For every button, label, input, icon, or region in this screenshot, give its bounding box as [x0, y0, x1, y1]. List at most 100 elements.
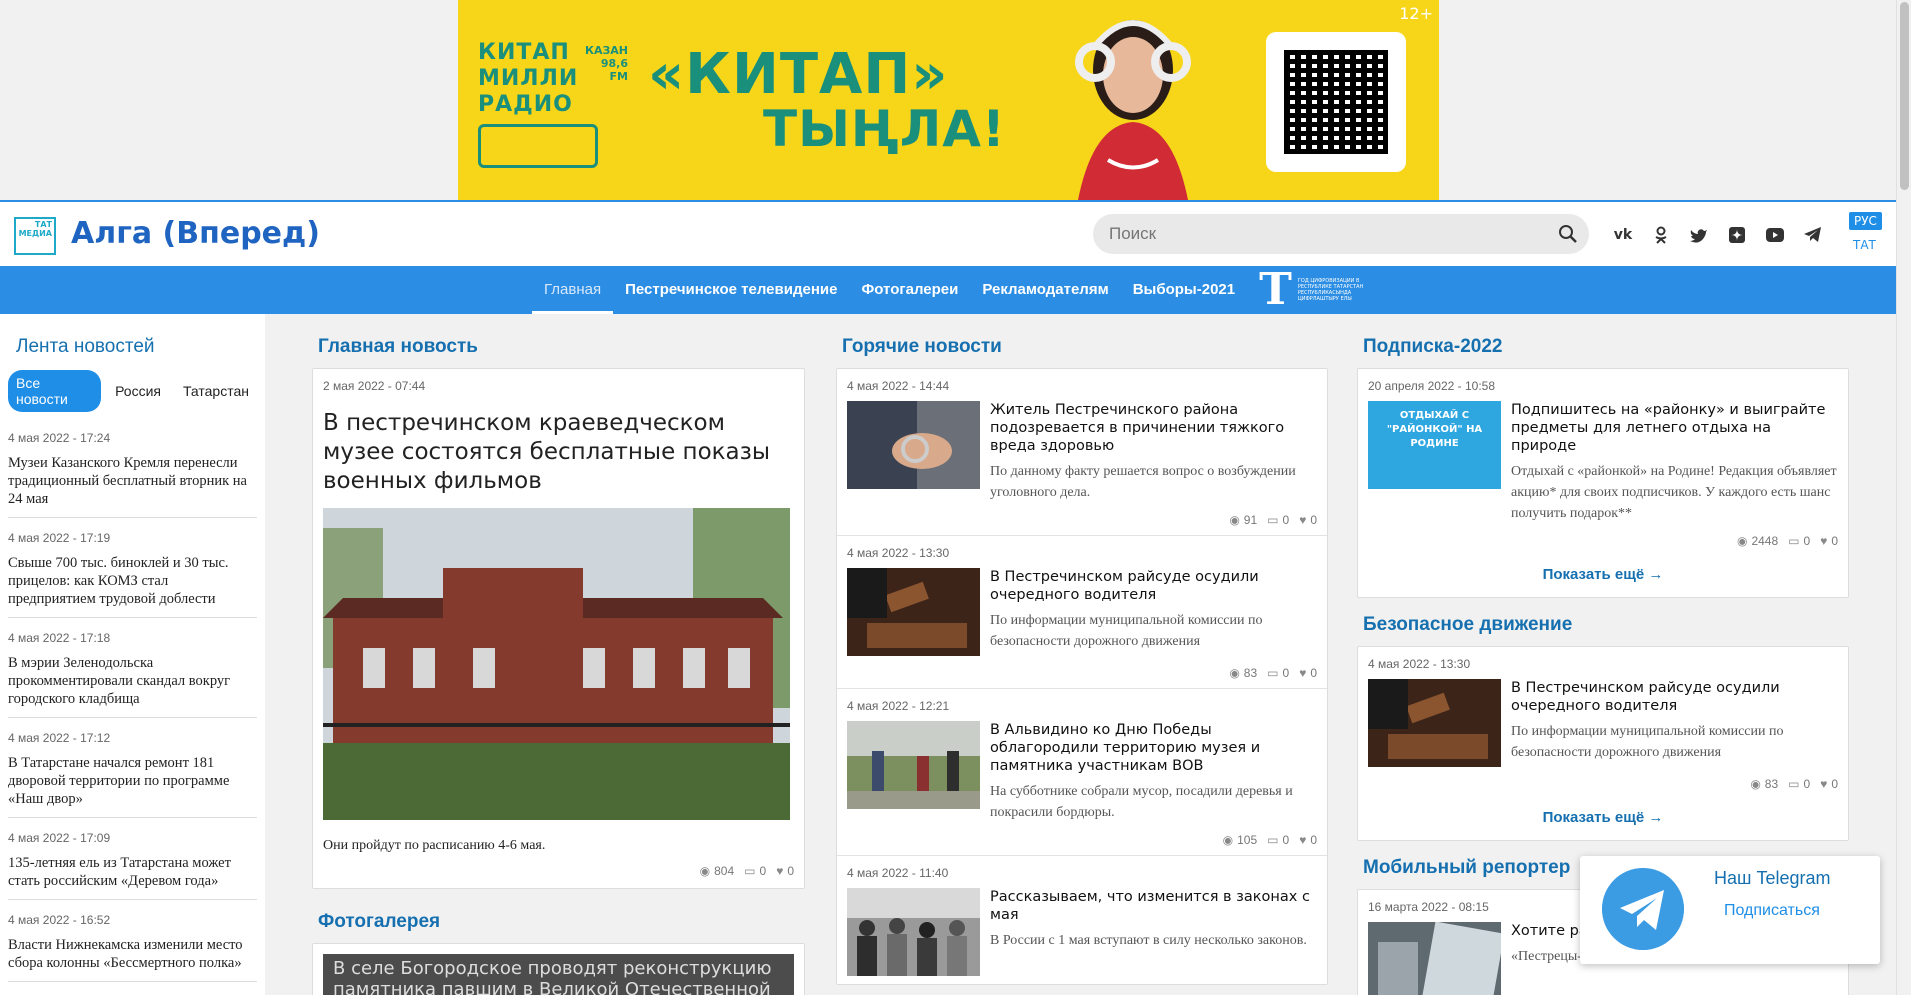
news-item[interactable]: 20 апреля 2022 - 10:58 ОТДЫХАЙ С "РАЙОНК… [1358, 369, 1848, 556]
heart-icon[interactable]: ♥ [776, 864, 783, 878]
telegram-logo-icon[interactable] [1602, 868, 1684, 950]
news-thumbnail-phone[interactable] [1368, 922, 1501, 995]
main-news-card[interactable]: 2 мая 2022 - 07:44 В пестречинском краев… [312, 368, 805, 889]
eye-icon: ◉ [1222, 833, 1234, 847]
nav-item-tv[interactable]: Пестречинское телевидение [613, 266, 849, 314]
ad-title-line2: ТЫҢЛА! [763, 100, 1006, 158]
news-thumbnail-gavel[interactable] [847, 568, 980, 656]
news-title[interactable]: В Пестречинском райсуде осудили очередно… [1511, 679, 1838, 715]
feed-item[interactable]: 4 мая 2022 - 17:24 Музеи Казанского Крем… [8, 418, 257, 518]
likes-count[interactable]: ♥ 0 [776, 864, 794, 878]
comments-value: 0 [1803, 534, 1811, 548]
news-date: 20 апреля 2022 - 10:58 [1368, 379, 1496, 393]
nav-item-advertisers[interactable]: Рекламодателям [970, 266, 1120, 314]
vk-icon[interactable]: vk [1612, 224, 1634, 246]
views-value: 83 [1764, 777, 1779, 791]
page-scrollbar[interactable] [1896, 0, 1911, 995]
news-item[interactable]: 4 мая 2022 - 13:30 В Пестречинском райсу… [1358, 647, 1848, 799]
nav-item-home[interactable]: Главная [532, 266, 614, 314]
likes-count[interactable]: ♥ 0 [1820, 534, 1838, 548]
safe-traffic-card: 4 мая 2022 - 13:30 В Пестречинском райсу… [1357, 646, 1849, 841]
feed-item[interactable]: 4 мая 2022 - 17:09 135-летняя ель из Тат… [8, 818, 257, 900]
museum-photo[interactable] [323, 508, 790, 820]
heart-icon[interactable]: ♥ [1299, 833, 1306, 847]
news-thumbnail-subscription[interactable]: ОТДЫХАЙ С "РАЙОНКОЙ" НА РОДИНЕ [1368, 401, 1501, 489]
heart-icon[interactable]: ♥ [1820, 777, 1827, 791]
telegram-popup-title: Наш Telegram [1714, 868, 1831, 888]
feed-item[interactable]: 4 мая 2022 - 17:12 В Татарстане начался … [8, 718, 257, 818]
feed-item[interactable]: 4 мая 2022 - 17:19 Свыше 700 тыс. бинокл… [8, 518, 257, 618]
scrollbar-thumb[interactable] [1900, 2, 1909, 190]
news-thumbnail-cleanup[interactable] [847, 721, 980, 809]
social-links: vk [1612, 224, 1824, 246]
feed-item-text[interactable]: В Татарстане начался ремонт 181 дворовой… [8, 754, 257, 808]
nav-item-photo-galleries[interactable]: Фотогалереи [849, 266, 970, 314]
digitalization-year-badge[interactable]: Т ГОД ЦИФРОВИЗАЦИИ В РЕСПУБЛИКЕ ТАТАРСТА… [1259, 266, 1368, 314]
search-input[interactable] [1093, 214, 1589, 254]
heart-icon[interactable]: ♥ [1299, 513, 1306, 527]
likes-count[interactable]: ♥ 0 [1299, 666, 1317, 680]
news-lead: В России с 1 мая вступают в силу несколь… [990, 933, 1307, 948]
language-tat-button[interactable]: ТАТ [1853, 238, 1876, 252]
news-thumbnail-handcuffs[interactable] [847, 401, 980, 489]
feed-item-text[interactable]: Власти Нижнекамска изменили место сбора … [8, 936, 257, 972]
news-item[interactable]: 4 мая 2022 - 12:21 В Альвидино ко Дню По… [837, 689, 1327, 856]
photo-gallery-caption[interactable]: В селе Богородское проводят реконструкци… [323, 954, 794, 995]
news-title[interactable]: Рассказываем, что изменится в законах с … [990, 888, 1317, 924]
language-ru-button[interactable]: РУС [1849, 212, 1882, 230]
feed-item[interactable]: 4 мая 2022 - 17:18 В мэрии Зеленодольска… [8, 618, 257, 718]
news-lead: По информации муниципальной комиссии по … [1511, 724, 1784, 760]
news-feed-sidebar: Лента новостей Все новости Россия Татарс… [0, 314, 265, 995]
telegram-subscribe-link[interactable]: Подписаться [1724, 902, 1820, 920]
hot-news-section-title[interactable]: Горячие новости [842, 336, 1328, 358]
feed-item[interactable]: 4 мая 2022 - 16:52 Власти Нижнекамска из… [8, 900, 257, 982]
show-more-button[interactable]: Показать ещё → [1358, 799, 1848, 840]
main-news-headline[interactable]: В пестречинском краеведческом музее сост… [323, 409, 794, 496]
subscription-section-title[interactable]: Подписка-2022 [1363, 336, 1849, 358]
eye-icon: ◉ [1229, 513, 1240, 527]
ad-banner[interactable]: КИТАП МИЛЛИ РАДИО КАЗАН 98,6 FM «КИТАП» … [458, 0, 1439, 200]
safe-traffic-section-title[interactable]: Безопасное движение [1363, 614, 1849, 636]
likes-count[interactable]: ♥ 0 [1299, 833, 1317, 847]
tatmedia-logo[interactable]: ТАТ МЕДИА [14, 217, 56, 255]
comments-count: ▭ 0 [1267, 666, 1289, 680]
main-news-section-title[interactable]: Главная новость [318, 336, 805, 358]
news-item[interactable]: 4 мая 2022 - 13:30 В Пестречинском райсу… [837, 536, 1327, 689]
feed-item-text[interactable]: В мэрии Зеленодольска прокомментировали … [8, 654, 257, 708]
feed-item-text[interactable]: 135-летняя ель из Татарстана может стать… [8, 854, 257, 890]
heart-icon[interactable]: ♥ [1299, 666, 1306, 680]
heart-icon[interactable]: ♥ [1820, 534, 1827, 548]
site-title[interactable]: Алга (Вперед) [71, 216, 320, 251]
telegram-popup[interactable]: Наш Telegram Подписаться [1580, 856, 1880, 964]
photo-gallery-section-title[interactable]: Фотогалерея [318, 911, 805, 933]
news-title[interactable]: Подпишитесь на «районку» и выиграйте пре… [1511, 401, 1838, 455]
news-item[interactable]: 4 мая 2022 - 11:40 Рассказываем, что изм… [837, 856, 1327, 984]
telegram-icon[interactable] [1802, 224, 1824, 246]
search-icon[interactable] [1558, 224, 1578, 244]
news-thumbnail-crowd[interactable] [847, 888, 980, 976]
main-news-date: 2 мая 2022 - 07:44 [323, 379, 426, 393]
news-date: 4 мая 2022 - 14:44 [847, 379, 950, 393]
news-thumbnail-gavel[interactable] [1368, 679, 1501, 767]
feed-tab-russia[interactable]: Россия [107, 378, 169, 404]
photo-gallery-card[interactable]: В селе Богородское проводят реконструкци… [312, 943, 805, 995]
tatmedia-logo-text: ТАТ МЕДИА [18, 220, 52, 238]
news-item[interactable]: 4 мая 2022 - 14:44 Житель Пестречинского… [837, 369, 1327, 536]
odnoklassniki-icon[interactable] [1650, 224, 1672, 246]
likes-count[interactable]: ♥ 0 [1820, 777, 1838, 791]
news-title[interactable]: В Пестречинском райсуде осудили очередно… [990, 568, 1317, 604]
feed-tab-all[interactable]: Все новости [8, 370, 102, 412]
twitter-icon[interactable] [1688, 224, 1710, 246]
likes-count[interactable]: ♥ 0 [1299, 513, 1317, 527]
ad-age-rating: 12+ [1399, 4, 1433, 23]
youtube-icon[interactable] [1764, 224, 1786, 246]
nav-item-elections[interactable]: Выборы-2021 [1121, 266, 1247, 314]
feed-item-text[interactable]: Музеи Казанского Кремля перенесли традиц… [8, 454, 257, 508]
feed-tab-tatarstan[interactable]: Татарстан [175, 378, 257, 404]
show-more-button[interactable]: Показать ещё → [1358, 556, 1848, 597]
show-more-label: Показать ещё [1542, 566, 1645, 583]
news-title[interactable]: Житель Пестречинского района подозревает… [990, 401, 1317, 455]
yandex-zen-icon[interactable] [1726, 224, 1748, 246]
news-title[interactable]: В Альвидино ко Дню Победы облагородили т… [990, 721, 1317, 775]
feed-item-text[interactable]: Свыше 700 тыс. биноклей и 30 тыс. прицел… [8, 554, 257, 608]
